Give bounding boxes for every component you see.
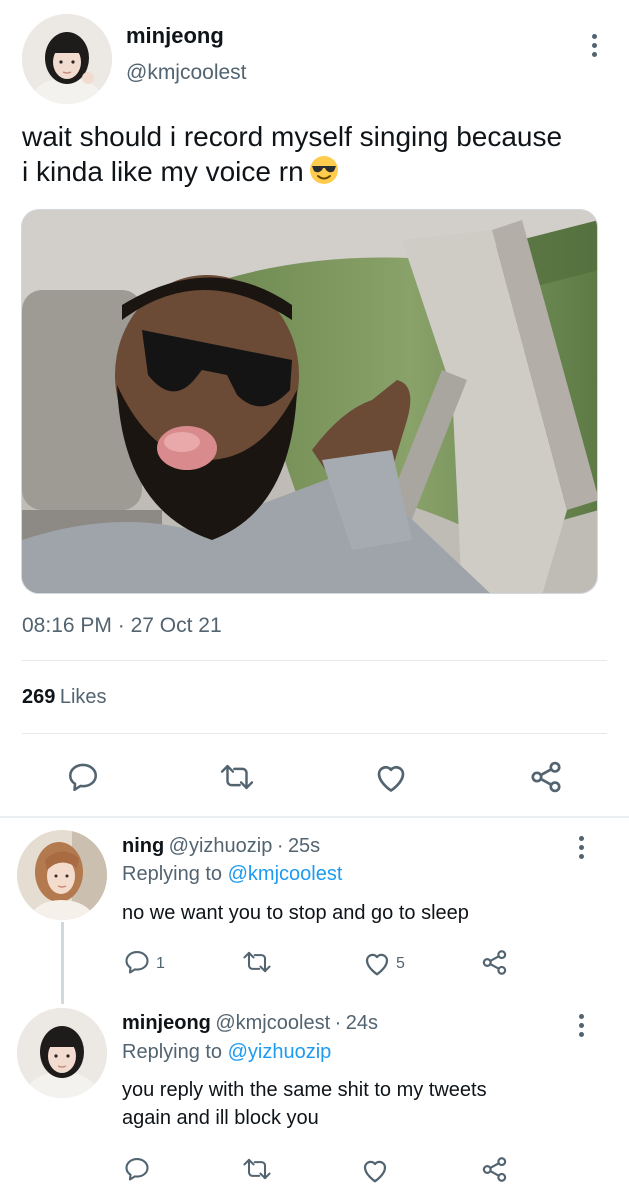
- retweet-icon[interactable]: [241, 948, 273, 976]
- reply-icon[interactable]: [123, 948, 151, 976]
- reply-count: 1: [156, 955, 165, 972]
- tweet-time: 08:16 PM: [22, 614, 112, 637]
- like-count: 5: [396, 955, 405, 972]
- reply-time[interactable]: 25s: [288, 835, 320, 857]
- tweet-photo[interactable]: [21, 209, 598, 594]
- like-icon[interactable]: [360, 1156, 390, 1184]
- reply-text: you reply with the same shit to my tweet…: [122, 1076, 602, 1132]
- reply-author-handle[interactable]: @kmjcoolest: [215, 1012, 330, 1034]
- tweet-date: 27 Oct 21: [130, 614, 222, 637]
- author-avatar[interactable]: [22, 14, 112, 104]
- replying-to-mention[interactable]: @kmjcoolest: [228, 863, 343, 885]
- replying-to-prefix: Replying to: [122, 863, 223, 885]
- likes-label: Likes: [59, 686, 107, 708]
- divider: [22, 733, 607, 734]
- likes-count: 269: [22, 686, 56, 708]
- reply-separator: ·: [276, 835, 284, 857]
- replying-to: Replying to @kmjcoolest: [122, 863, 342, 886]
- share-icon[interactable]: [480, 1155, 509, 1184]
- reply-more-options-icon[interactable]: [577, 836, 585, 859]
- like-icon[interactable]: [373, 760, 409, 794]
- retweet-icon[interactable]: [218, 760, 256, 794]
- tweet-text-line-1: wait should i record myself singing beca…: [22, 121, 563, 152]
- reply-header: minjeong @kmjcoolest · 24s: [122, 1012, 378, 1035]
- share-icon[interactable]: [528, 759, 564, 795]
- reply-text-line-1: you reply with the same shit to my tweet…: [122, 1079, 487, 1101]
- reply-time[interactable]: 24s: [346, 1012, 378, 1034]
- reply-icon[interactable]: [123, 1155, 151, 1183]
- author-name[interactable]: minjeong: [126, 23, 224, 49]
- reply-separator: ·: [334, 1012, 342, 1034]
- replying-to-mention[interactable]: @yizhuozip: [228, 1041, 332, 1063]
- reply-avatar[interactable]: [17, 830, 107, 920]
- reply-avatar[interactable]: [17, 1008, 107, 1098]
- reply-text: no we want you to stop and go to sleep: [122, 902, 469, 924]
- reply-icon[interactable]: [66, 760, 100, 794]
- tweet-text-line-2: i kinda like my voice rn: [22, 156, 304, 187]
- reply-author-name[interactable]: minjeong: [122, 1012, 211, 1034]
- share-icon[interactable]: [480, 948, 509, 977]
- tweet-date-separator: ·: [117, 614, 125, 637]
- more-options-icon[interactable]: [590, 34, 598, 57]
- reply-more-options-icon[interactable]: [577, 1014, 585, 1037]
- likes-stat[interactable]: 269 Likes: [22, 686, 107, 709]
- reply-header: ning @yizhuozip · 25s: [122, 835, 320, 858]
- like-icon[interactable]: [362, 949, 392, 977]
- sunglasses-emoji-icon: [308, 154, 340, 186]
- section-divider: [0, 816, 629, 818]
- reply-author-name[interactable]: ning: [122, 835, 164, 857]
- reply-text-line-2: again and ill block you: [122, 1107, 319, 1129]
- retweet-icon[interactable]: [241, 1155, 273, 1183]
- replying-to-prefix: Replying to: [122, 1041, 223, 1063]
- tweet-timestamp[interactable]: 08:16 PM · 27 Oct 21: [22, 614, 222, 638]
- author-handle[interactable]: @kmjcoolest: [126, 61, 247, 85]
- tweet-text: wait should i record myself singing beca…: [22, 119, 622, 189]
- thread-connector-line: [61, 922, 64, 1004]
- divider: [22, 660, 607, 661]
- reply-author-handle[interactable]: @yizhuozip: [169, 835, 273, 857]
- replying-to: Replying to @yizhuozip: [122, 1041, 331, 1064]
